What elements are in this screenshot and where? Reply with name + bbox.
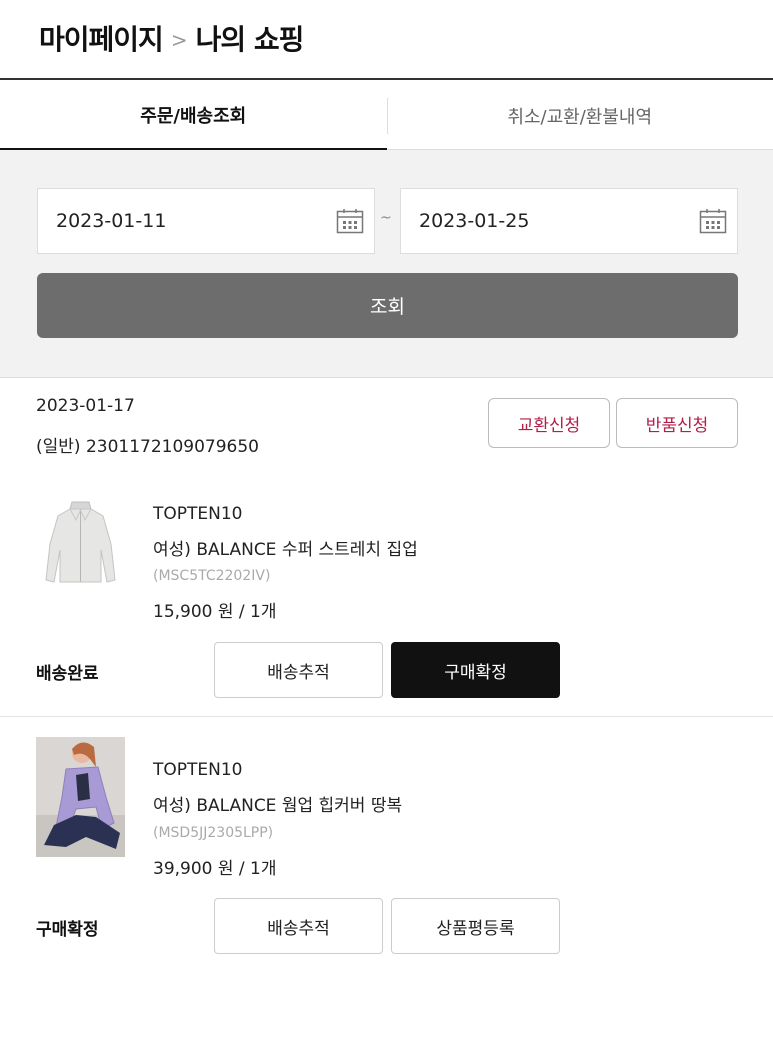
breadcrumb-parent[interactable]: 마이페이지 — [39, 18, 164, 58]
calendar-icon[interactable] — [699, 208, 727, 234]
product-name[interactable]: 여성) BALANCE 웜업 힙커버 땅복 — [153, 791, 402, 816]
product-price: 39,900 원 / 1개 — [153, 859, 277, 879]
product-brand: TOPTEN10 — [153, 504, 243, 524]
track-delivery-button[interactable]: 배송추적 — [214, 898, 383, 954]
confirm-purchase-button[interactable]: 구매확정 — [391, 642, 560, 698]
order-status: 배송완료 — [36, 664, 99, 684]
exchange-request-button[interactable]: 교환신청 — [488, 398, 610, 448]
end-date-value: 2023-01-25 — [419, 210, 530, 232]
product-code: (MSC5TC2202IV) — [153, 568, 271, 584]
end-date-field[interactable]: 2023-01-25 — [400, 188, 738, 254]
date-range-separator: ~ — [380, 210, 392, 226]
breadcrumb-separator-icon: > — [170, 28, 188, 52]
product-image-warmup-set[interactable] — [36, 737, 125, 857]
product-brand: TOPTEN10 — [153, 760, 243, 780]
product-image-zipup-jacket[interactable] — [36, 496, 125, 616]
tab-divider — [387, 98, 388, 134]
order-number: (일반) 2301172109079650 — [36, 437, 260, 457]
order-status: 구매확정 — [36, 920, 99, 940]
start-date-value: 2023-01-11 — [56, 210, 167, 232]
item-divider — [0, 716, 773, 717]
product-code: (MSD5JJ2305LPP) — [153, 825, 274, 841]
tab-order-delivery[interactable]: 주문/배송조회 — [0, 82, 387, 150]
breadcrumb: 마이페이지 > 나의 쇼핑 — [39, 18, 305, 58]
search-button[interactable]: 조회 — [37, 273, 738, 338]
page-title: 나의 쇼핑 — [195, 23, 305, 56]
date-filter-panel: 2023-01-11 ~ 2023-01-25 조회 — [0, 150, 773, 378]
page-header: 마이페이지 > 나의 쇼핑 — [0, 0, 773, 80]
tab-cancel-exchange-refund[interactable]: 취소/교환/환불내역 — [387, 82, 773, 150]
track-delivery-button[interactable]: 배송추적 — [214, 642, 383, 698]
product-name[interactable]: 여성) BALANCE 수퍼 스트레치 집업 — [153, 535, 418, 560]
return-request-button[interactable]: 반품신청 — [616, 398, 738, 448]
start-date-field[interactable]: 2023-01-11 — [37, 188, 375, 254]
calendar-icon[interactable] — [336, 208, 364, 234]
order-date: 2023-01-17 — [36, 396, 135, 416]
write-review-button[interactable]: 상품평등록 — [391, 898, 560, 954]
product-price: 15,900 원 / 1개 — [153, 602, 277, 622]
